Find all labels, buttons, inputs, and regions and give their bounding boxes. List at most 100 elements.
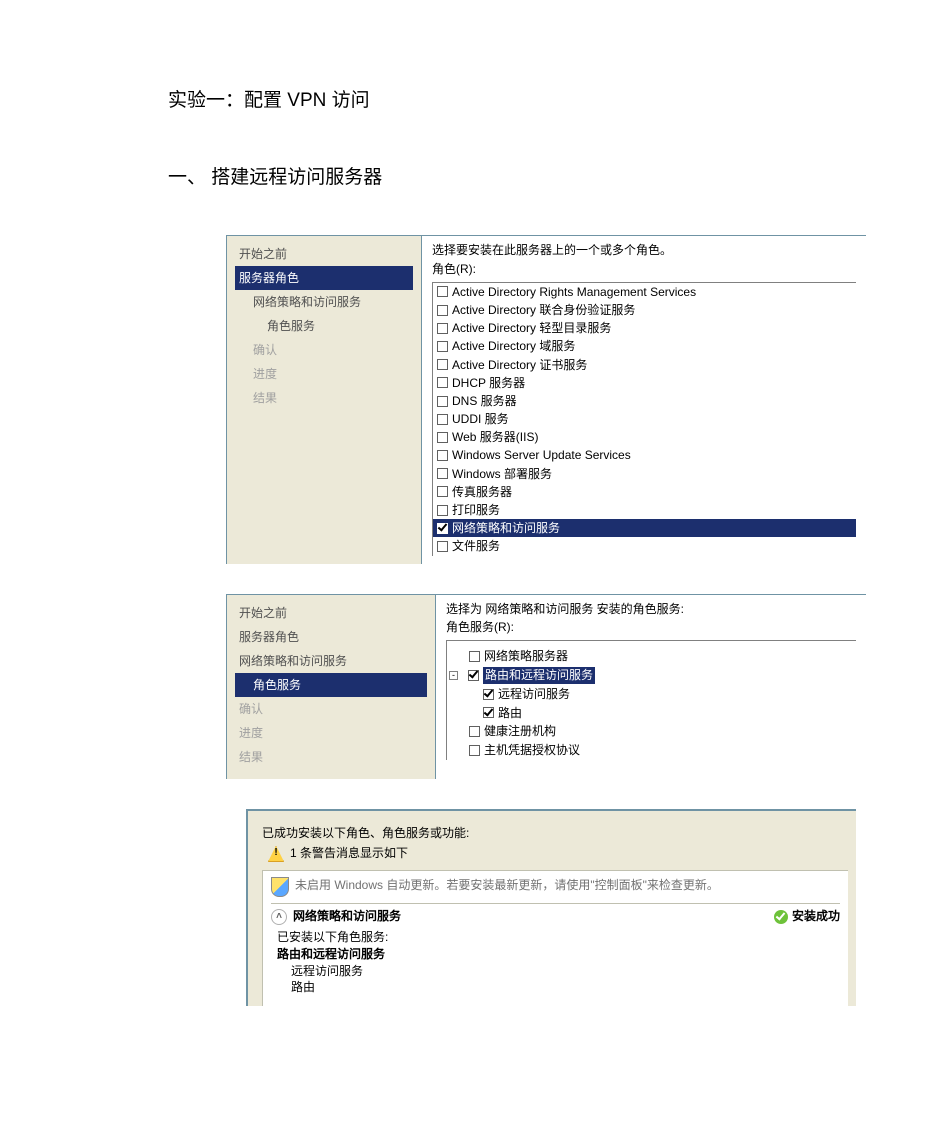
checkbox-icon[interactable]	[469, 726, 480, 737]
checkbox-icon[interactable]	[437, 505, 448, 516]
role-label: Active Directory Rights Management Servi…	[452, 284, 696, 300]
role-iis[interactable]: Web 服务器(IIS)	[433, 428, 856, 446]
tree-label: 网络策略服务器	[484, 648, 568, 665]
sidebar-item-progress[interactable]: 进度	[235, 721, 427, 745]
collapse-icon[interactable]: -	[449, 671, 458, 680]
sidebar-item-role-services[interactable]: 角色服务	[235, 314, 413, 338]
checkbox-icon[interactable]	[437, 523, 448, 534]
checkbox-icon[interactable]	[437, 305, 448, 316]
tree-label: 远程访问服务	[498, 686, 570, 703]
roles-listbox[interactable]: Active Directory Rights Management Servi…	[432, 282, 856, 556]
role-npas[interactable]: 网络策略和访问服务	[433, 519, 856, 537]
checkbox-icon[interactable]	[437, 450, 448, 461]
checkbox-icon[interactable]	[483, 707, 494, 718]
wizard-sidebar: 开始之前 服务器角色 网络策略和访问服务 角色服务 确认 进度 结果	[227, 595, 435, 779]
role-dhcp[interactable]: DHCP 服务器	[433, 374, 856, 392]
checkbox-icon[interactable]	[437, 396, 448, 407]
wizard-results: 已成功安装以下角色、角色服务或功能: 1 条警告消息显示如下 未启用 Windo…	[246, 809, 856, 1007]
sidebar-item-results[interactable]: 结果	[235, 745, 427, 769]
role-wsus[interactable]: Windows Server Update Services	[433, 446, 856, 464]
tree-item-routing[interactable]: 路由	[447, 704, 856, 723]
role-ad-lds[interactable]: Active Directory 轻型目录服务	[433, 319, 856, 337]
role-label: Active Directory 证书服务	[452, 357, 587, 373]
chevron-up-icon[interactable]: ˄	[271, 909, 287, 925]
warning-icon	[268, 846, 284, 862]
checkbox-icon[interactable]	[437, 414, 448, 425]
sidebar-item-confirm[interactable]: 确认	[235, 697, 427, 721]
installed-service-remote-access: 远程访问服务	[277, 963, 840, 980]
role-wds[interactable]: Windows 部署服务	[433, 465, 856, 483]
role-label: Windows 部署服务	[452, 466, 552, 482]
checkbox-icon[interactable]	[468, 670, 479, 681]
wizard-sidebar: 开始之前 服务器角色 网络策略和访问服务 角色服务 确认 进度 结果	[227, 236, 421, 563]
role-label: Active Directory 轻型目录服务	[452, 320, 611, 336]
checkbox-icon[interactable]	[469, 651, 480, 662]
role-ad-ds[interactable]: Active Directory 域服务	[433, 337, 856, 355]
sidebar-item-server-roles[interactable]: 服务器角色	[235, 266, 413, 290]
role-dns[interactable]: DNS 服务器	[433, 392, 856, 410]
checkbox-icon[interactable]	[437, 377, 448, 388]
role-fax[interactable]: 传真服务器	[433, 483, 856, 501]
role-ad-cs[interactable]: Active Directory 证书服务	[433, 356, 856, 374]
success-icon	[774, 910, 788, 924]
checkbox-icon[interactable]	[437, 486, 448, 497]
role-ad-rms[interactable]: Active Directory Rights Management Servi…	[433, 283, 856, 301]
role-uddi[interactable]: UDDI 服务	[433, 410, 856, 428]
tree-label: 路由	[498, 705, 522, 722]
sidebar-item-before-you-begin[interactable]: 开始之前	[235, 242, 413, 266]
wizard-select-role-services: 开始之前 服务器角色 网络策略和访问服务 角色服务 确认 进度 结果 选择为 网…	[226, 594, 866, 779]
result-row: ˄ 网络策略和访问服务 安装成功	[271, 908, 840, 925]
warning-row: 1 条警告消息显示如下	[268, 845, 848, 862]
role-ad-fs[interactable]: Active Directory 联合身份验证服务	[433, 301, 856, 319]
checkbox-icon[interactable]	[437, 468, 448, 479]
installed-service-rras: 路由和远程访问服务	[277, 946, 840, 963]
tree-item-rras[interactable]: - 路由和远程访问服务	[447, 666, 856, 685]
installed-header: 已安装以下角色服务:	[277, 929, 840, 946]
role-label: 传真服务器	[452, 484, 512, 500]
roles-legend: 角色(R):	[432, 261, 856, 278]
sidebar-item-role-services[interactable]: 角色服务	[235, 673, 427, 697]
prompt-text: 选择要安装在此服务器上的一个或多个角色。	[432, 242, 856, 259]
sidebar-item-before-you-begin[interactable]: 开始之前	[235, 601, 427, 625]
checkbox-icon[interactable]	[437, 323, 448, 334]
shield-icon	[271, 877, 289, 897]
role-services-legend: 角色服务(R):	[446, 619, 856, 636]
role-label: 网络策略和访问服务	[452, 520, 560, 536]
checkbox-icon[interactable]	[437, 541, 448, 552]
role-label: Windows Server Update Services	[452, 447, 631, 463]
results-header: 已成功安装以下角色、角色服务或功能:	[262, 825, 848, 842]
wizard-main-panel: 选择要安装在此服务器上的一个或多个角色。 角色(R): Active Direc…	[421, 236, 866, 563]
checkbox-icon[interactable]	[437, 432, 448, 443]
role-label: Active Directory 联合身份验证服务	[452, 302, 635, 318]
checkbox-icon[interactable]	[437, 359, 448, 370]
sidebar-item-results[interactable]: 结果	[235, 386, 413, 410]
sidebar-item-nps[interactable]: 网络策略和访问服务	[235, 649, 427, 673]
sidebar-item-nps[interactable]: 网络策略和访问服务	[235, 290, 413, 314]
wizard-main-panel: 选择为 网络策略和访问服务 安装的角色服务: 角色服务(R): 网络策略服务器 …	[435, 595, 866, 779]
sidebar-item-progress[interactable]: 进度	[235, 362, 413, 386]
tree-label: 路由和远程访问服务	[483, 667, 595, 684]
status-text: 安装成功	[792, 908, 840, 925]
tree-item-hra[interactable]: 健康注册机构	[447, 722, 856, 741]
role-print[interactable]: 打印服务	[433, 501, 856, 519]
tree-item-remote-access[interactable]: 远程访问服务	[447, 685, 856, 704]
sidebar-item-confirm[interactable]: 确认	[235, 338, 413, 362]
checkbox-icon[interactable]	[469, 745, 480, 756]
wizard-select-server-roles: 开始之前 服务器角色 网络策略和访问服务 角色服务 确认 进度 结果 选择要安装…	[226, 235, 866, 563]
role-label: Active Directory 域服务	[452, 338, 575, 354]
checkbox-icon[interactable]	[483, 689, 494, 700]
role-name: 网络策略和访问服务	[293, 908, 401, 925]
role-file[interactable]: 文件服务	[433, 537, 856, 555]
sidebar-item-server-roles[interactable]: 服务器角色	[235, 625, 427, 649]
checkbox-icon[interactable]	[437, 341, 448, 352]
divider	[271, 903, 840, 904]
checkbox-icon[interactable]	[437, 286, 448, 297]
installed-service-routing: 路由	[277, 979, 840, 996]
warning-text: 1 条警告消息显示如下	[290, 845, 408, 862]
tree-item-hcap[interactable]: 主机凭据授权协议	[447, 741, 856, 760]
results-box: 未启用 Windows 自动更新。若要安装最新更新，请使用"控制面板"来检查更新…	[262, 870, 848, 1006]
role-services-tree[interactable]: 网络策略服务器 - 路由和远程访问服务 远程访问服务	[446, 640, 856, 760]
tree-item-nps[interactable]: 网络策略服务器	[447, 647, 856, 666]
role-label: Web 服务器(IIS)	[452, 429, 538, 445]
role-label: UDDI 服务	[452, 411, 509, 427]
